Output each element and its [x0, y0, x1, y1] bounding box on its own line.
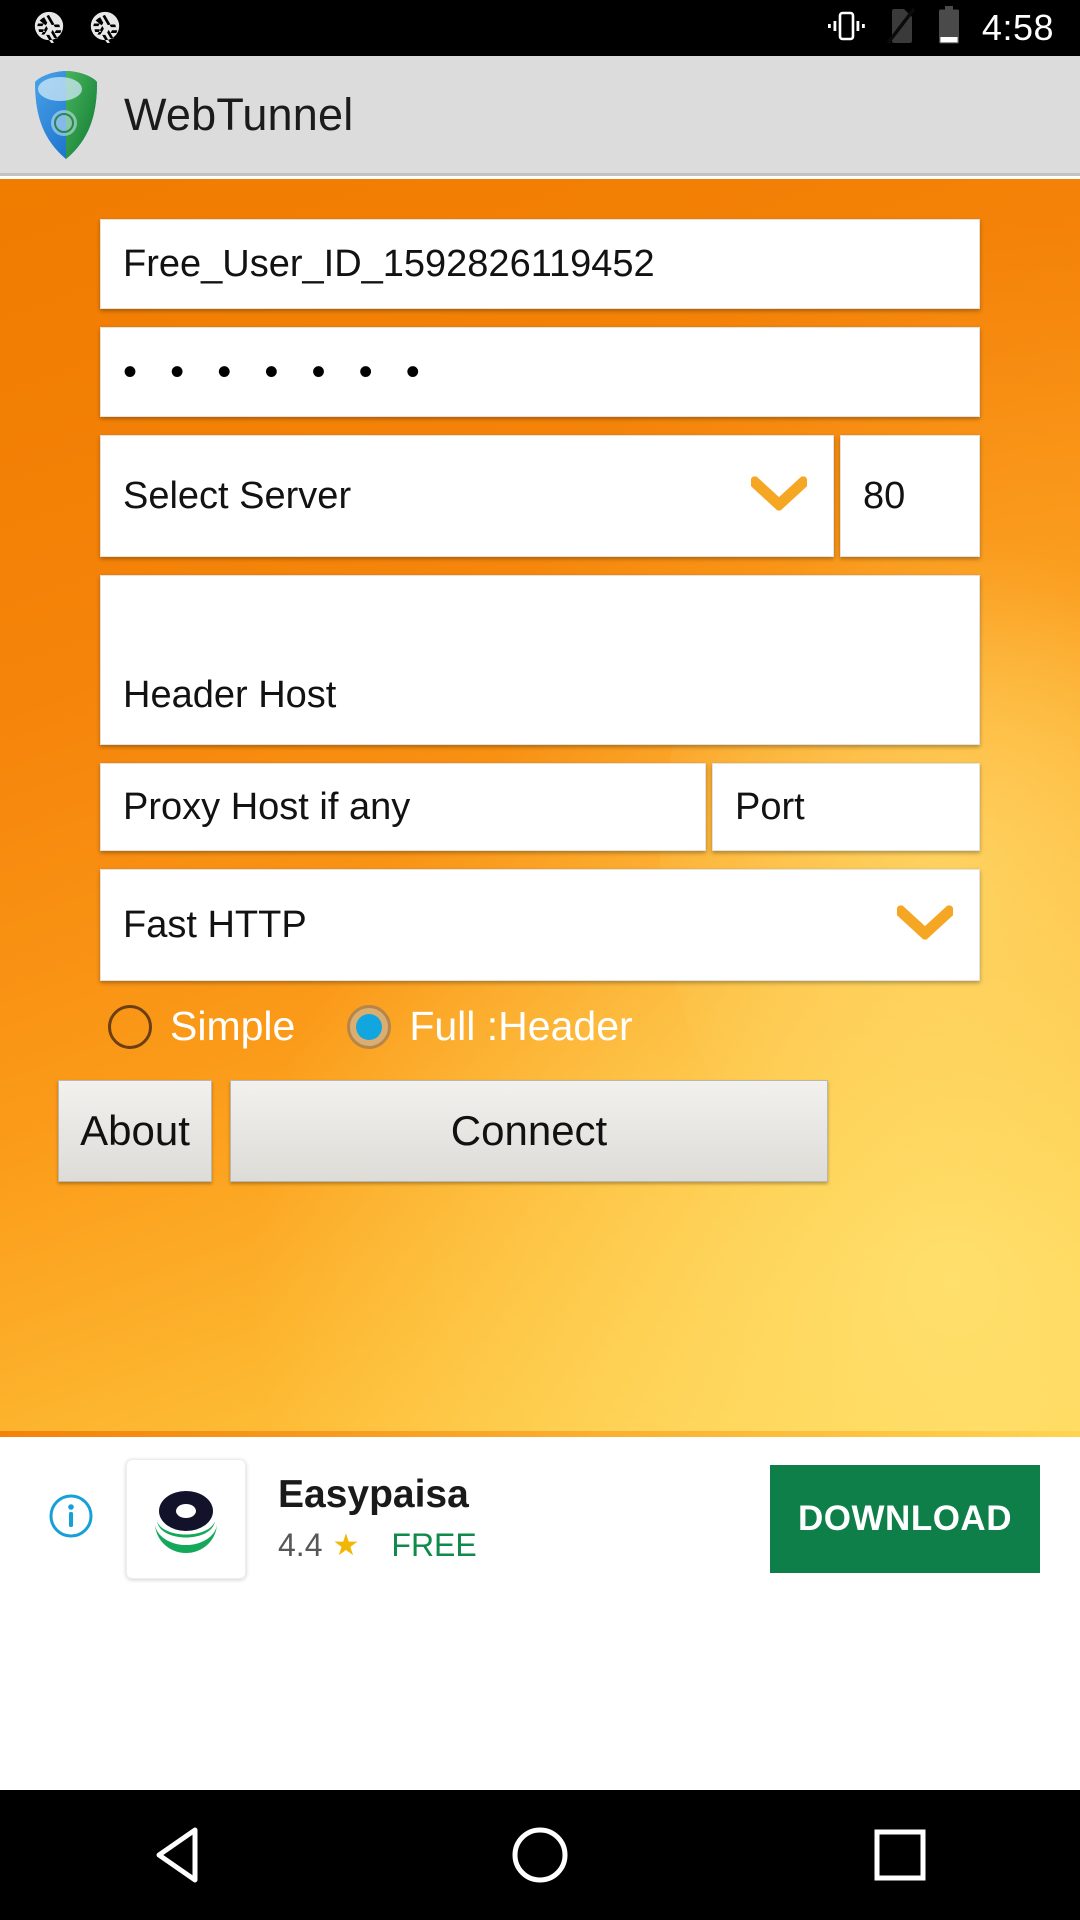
radio-full-header-button[interactable]	[347, 1004, 392, 1049]
server-port-input[interactable]: 80	[840, 435, 980, 557]
mode-row: Fast HTTP	[100, 869, 980, 981]
back-triangle-icon[interactable]	[120, 1795, 240, 1915]
ad-app-name: Easypaisa	[278, 1473, 469, 1516]
radio-full-header[interactable]: Full :Header	[347, 1003, 633, 1050]
chevron-down-icon	[893, 903, 957, 945]
chevron-down-icon	[747, 474, 811, 516]
camera-aperture-icon	[32, 9, 66, 48]
connection-form: Free_User_ID_1592826119452 • • • • • • •…	[0, 179, 1080, 1182]
proxy-port-placeholder: Port	[735, 785, 805, 828]
header-host-placeholder: Header Host	[123, 673, 337, 716]
no-sim-icon	[886, 7, 916, 50]
webtunnel-shield-logo-icon	[30, 69, 102, 161]
ad-price: FREE	[391, 1527, 477, 1563]
select-server-dropdown[interactable]: Select Server	[100, 435, 834, 557]
ad-meta: 4.4 ★ FREE	[278, 1527, 477, 1564]
mode-label: Fast HTTP	[123, 903, 307, 946]
main-content: Free_User_ID_1592826119452 • • • • • • •…	[0, 179, 1080, 1431]
mode-radio-group: Simple Full :Header	[108, 1003, 1080, 1050]
status-bar-notifications	[0, 9, 122, 48]
password-row: • • • • • • •	[100, 327, 980, 417]
app-bar: WebTunnel	[0, 56, 1080, 176]
radio-simple-button[interactable]	[108, 1004, 152, 1049]
mode-dropdown[interactable]: Fast HTTP	[100, 869, 980, 981]
proxy-host-placeholder: Proxy Host if any	[123, 785, 411, 828]
select-server-label: Select Server	[123, 474, 352, 517]
home-circle-icon[interactable]	[480, 1795, 600, 1915]
easypaisa-logo-icon	[126, 1458, 246, 1579]
status-bar-clock: 4:58	[981, 7, 1054, 48]
ad-banner[interactable]: Easypaisa 4.4 ★ FREE DOWNLOAD	[0, 1437, 1080, 1600]
connect-button[interactable]: Connect	[230, 1080, 828, 1182]
ad-rating: 4.4	[278, 1527, 323, 1563]
header-host-row: Header Host	[100, 575, 980, 745]
radio-selected-dot	[356, 1013, 383, 1040]
star-icon: ★	[332, 1529, 360, 1562]
phone-screen: 4:58 WebTunnel Free_User_ID_159282611945…	[0, 0, 1080, 1920]
status-bar: 4:58	[0, 0, 1080, 56]
system-nav-bar	[0, 1790, 1080, 1920]
ad-text: Easypaisa 4.4 ★ FREE	[278, 1473, 477, 1564]
radio-simple[interactable]: Simple	[108, 1003, 295, 1050]
battery-icon	[936, 5, 962, 51]
download-button[interactable]: DOWNLOAD	[770, 1464, 1040, 1573]
proxy-port-input[interactable]: Port	[712, 763, 980, 851]
vibrate-icon	[826, 8, 866, 49]
action-buttons: About Connect	[58, 1080, 1080, 1182]
password-input[interactable]: • • • • • • •	[100, 327, 980, 417]
username-input[interactable]: Free_User_ID_1592826119452	[100, 219, 980, 309]
camera-aperture-icon	[88, 9, 122, 48]
server-port-value: 80	[863, 474, 906, 517]
proxy-row: Proxy Host if any Port	[100, 763, 980, 851]
proxy-host-input[interactable]: Proxy Host if any	[100, 763, 706, 851]
about-button[interactable]: About	[58, 1080, 212, 1182]
header-host-input[interactable]: Header Host	[100, 575, 980, 745]
info-icon[interactable]	[48, 1493, 94, 1544]
server-row: Select Server 80	[100, 435, 980, 557]
recents-square-icon[interactable]	[840, 1795, 960, 1915]
radio-full-header-label: Full :Header	[409, 1003, 633, 1049]
status-bar-system-icons: 4:58	[826, 5, 1080, 51]
username-value: Free_User_ID_1592826119452	[123, 242, 655, 285]
app-title: WebTunnel	[124, 88, 354, 140]
username-row: Free_User_ID_1592826119452	[100, 219, 980, 309]
radio-simple-label: Simple	[170, 1003, 296, 1049]
